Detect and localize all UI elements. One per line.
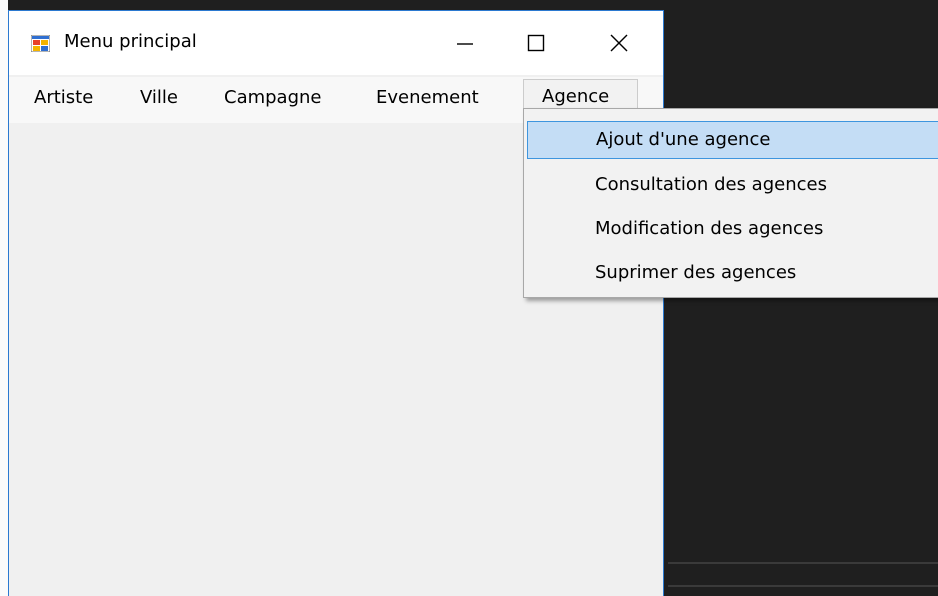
background-divider (668, 585, 938, 587)
minimize-icon (457, 43, 473, 45)
maximize-icon (527, 34, 545, 52)
title-bar[interactable]: Menu principal (9, 11, 663, 75)
menu-campagne[interactable]: Campagne (224, 87, 322, 121)
menu-item-suprimer-agences[interactable]: Suprimer des agences (527, 255, 938, 293)
menu-artiste[interactable]: Artiste (34, 87, 93, 121)
background-window-edge (0, 0, 8, 596)
window-title: Menu principal (64, 31, 197, 52)
close-icon (610, 34, 628, 52)
minimize-button[interactable] (433, 11, 497, 75)
close-button[interactable] (587, 11, 651, 75)
menu-item-consultation-agences[interactable]: Consultation des agences (527, 167, 938, 205)
menu-item-modification-agences[interactable]: Modification des agences (527, 211, 938, 249)
main-window: Menu principal Artiste Ville Campagne Ev… (8, 10, 664, 596)
menu-item-ajout-agence[interactable]: Ajout d'une agence (527, 121, 938, 159)
maximize-button[interactable] (504, 11, 568, 75)
winforms-app-icon (31, 35, 50, 52)
menu-evenement[interactable]: Evenement (376, 87, 479, 121)
agence-dropdown-menu: Ajout d'une agence Consultation des agen… (523, 108, 938, 298)
menu-ville[interactable]: Ville (140, 87, 178, 121)
background-divider (668, 562, 938, 564)
